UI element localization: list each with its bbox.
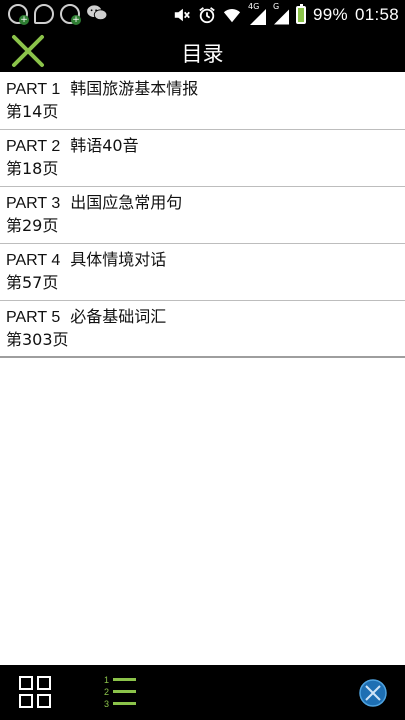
alarm-icon <box>199 7 215 24</box>
toc-page-number: 第29页 <box>6 216 59 235</box>
signal-g-icon: G <box>273 2 290 25</box>
toc-part-label: PART 1 <box>6 81 61 98</box>
grid-view-icon[interactable] <box>18 675 52 709</box>
toc-chapter-title: 必备基础词汇 <box>70 307 167 326</box>
toc-item[interactable]: PART 5 必备基础词汇 第303页 <box>0 301 405 358</box>
toc-chapter-title: 韩国旅游基本情报 <box>70 79 199 98</box>
toc-list: PART 1 韩国旅游基本情报 第14页 PART 2 韩语40音 第18页 PAR… <box>0 73 405 358</box>
system-indicators: 4G G 99% 01:58 <box>173 2 399 26</box>
battery-charging-icon <box>296 4 307 24</box>
chat-bubble-icon <box>34 4 54 24</box>
app-notification-icon: + <box>8 4 29 25</box>
action-bar: 目录 <box>0 30 405 72</box>
list-number-2: 2 <box>104 687 109 697</box>
mute-icon <box>174 8 190 22</box>
list-number-1: 1 <box>104 675 109 685</box>
wechat-icon <box>87 5 108 21</box>
toc-part-label: PART 5 <box>6 309 61 326</box>
wifi-icon <box>223 9 241 23</box>
toc-item[interactable]: PART 2 韩语40音 第18页 <box>0 130 405 187</box>
numbered-list-icon[interactable]: 1 2 3 <box>104 674 138 710</box>
toc-item[interactable]: PART 3 出国应急常用句 第29页 <box>0 187 405 244</box>
signal-4g-icon: 4G <box>248 2 267 25</box>
toc-item-title-row: PART 5 必备基础词汇 <box>6 306 405 329</box>
globe-icon[interactable] <box>358 678 388 708</box>
toc-part-label: PART 4 <box>6 252 61 269</box>
bottom-toolbar: 1 2 3 <box>0 665 405 720</box>
battery-percent: 99% <box>313 5 348 24</box>
status-time: 01:58 <box>354 5 399 24</box>
toc-item[interactable]: PART 1 韩国旅游基本情报 第14页 <box>0 73 405 130</box>
toc-item-title-row: PART 4 具体情境对话 <box>6 249 405 272</box>
toc-page-number: 第18页 <box>6 159 59 178</box>
page-title: 目录 <box>181 42 224 66</box>
toc-page-number: 第57页 <box>6 273 59 292</box>
toc-chapter-title: 韩语40音 <box>70 136 139 155</box>
notification-icons: + + <box>8 4 108 25</box>
toc-item-title-row: PART 2 韩语40音 <box>6 135 405 158</box>
app-update-icon: + <box>60 4 81 25</box>
toc-part-label: PART 3 <box>6 195 61 212</box>
toc-chapter-title: 出国应急常用句 <box>70 193 183 212</box>
toc-page-number: 第14页 <box>6 102 59 121</box>
toc-part-label: PART 2 <box>6 138 61 155</box>
toc-item-title-row: PART 1 韩国旅游基本情报 <box>6 78 405 101</box>
toc-page-number: 第303页 <box>6 330 69 349</box>
status-bar: + + 4G G 99% 01:58 <box>0 0 405 30</box>
toc-chapter-title: 具体情境对话 <box>70 250 167 269</box>
list-number-3: 3 <box>104 699 109 709</box>
toc-item-title-row: PART 3 出国应急常用句 <box>6 192 405 215</box>
toc-item[interactable]: PART 4 具体情境对话 第57页 <box>0 244 405 301</box>
